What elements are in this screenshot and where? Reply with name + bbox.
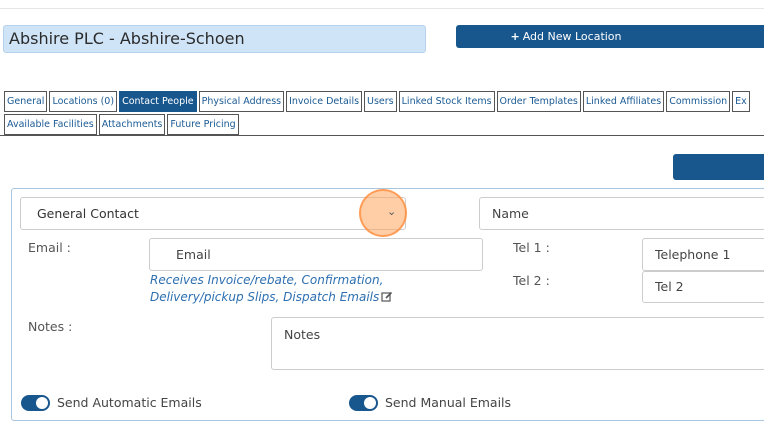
tab-physical-address[interactable]: Physical Address [198, 91, 285, 112]
tab-commission[interactable]: Commission [666, 91, 731, 112]
send-manual-emails-label: Send Manual Emails [385, 395, 512, 410]
email-help-text: Receives Invoice/rebate, Confirmation, D… [150, 272, 480, 306]
notes-label: Notes : [28, 319, 73, 334]
send-automatic-emails-toggle[interactable] [21, 395, 50, 411]
email-label: Email : [28, 240, 71, 255]
toggle-knob [364, 397, 376, 409]
plus-icon: + [510, 30, 520, 43]
toggle-knob [36, 397, 48, 409]
tab-ex[interactable]: Ex [732, 91, 750, 112]
tab-attachments[interactable]: Attachments [98, 114, 166, 135]
contact-type-select[interactable]: General Contact [20, 197, 406, 230]
tab-future-pricing[interactable]: Future Pricing [167, 114, 239, 135]
tabs-underline [0, 135, 764, 136]
action-button[interactable] [673, 154, 764, 180]
tab-general[interactable]: General [4, 91, 48, 112]
name-input[interactable]: Name [479, 197, 764, 230]
email-help-label: Receives Invoice/rebate, Confirmation, D… [150, 273, 384, 304]
chevron-down-icon[interactable]: ⌄ [387, 205, 396, 218]
tab-linked-affiliates[interactable]: Linked Affiliates [582, 91, 665, 112]
tel2-label: Tel 2 : [513, 273, 550, 288]
tel-2-input[interactable]: Tel 2 [642, 271, 764, 303]
tab-contact-people[interactable]: Contact People [119, 91, 197, 112]
telephone-1-input[interactable]: Telephone 1 [642, 238, 764, 271]
add-new-location-label: Add New Location [522, 30, 622, 43]
send-manual-emails-toggle[interactable] [349, 395, 378, 411]
send-automatic-emails-label: Send Automatic Emails [57, 395, 202, 410]
tab-linked-stock-items[interactable]: Linked Stock Items [398, 91, 495, 112]
tab-bar-row-2: Available Facilities Attachments Future Pr… [4, 114, 241, 135]
tel1-label: Tel 1 : [513, 240, 550, 255]
tab-order-templates[interactable]: Order Templates [496, 91, 581, 112]
tab-available-facilities[interactable]: Available Facilities [4, 114, 97, 135]
add-new-location-button[interactable]: + Add New Location [456, 25, 764, 48]
tab-locations[interactable]: Locations (0) [49, 91, 118, 112]
tab-users[interactable]: Users [364, 91, 397, 112]
tab-bar-row-1: General Locations (0) Contact People Physic… [4, 91, 752, 112]
company-name-field[interactable]: Abshire PLC - Abshire-Schoen [3, 25, 426, 53]
notes-textarea[interactable]: Notes [271, 317, 764, 370]
email-input[interactable]: Email [149, 238, 483, 271]
top-divider [0, 8, 764, 9]
tab-invoice-details[interactable]: Invoice Details [286, 91, 363, 112]
edit-icon[interactable] [381, 290, 393, 302]
click-highlight [359, 189, 407, 237]
